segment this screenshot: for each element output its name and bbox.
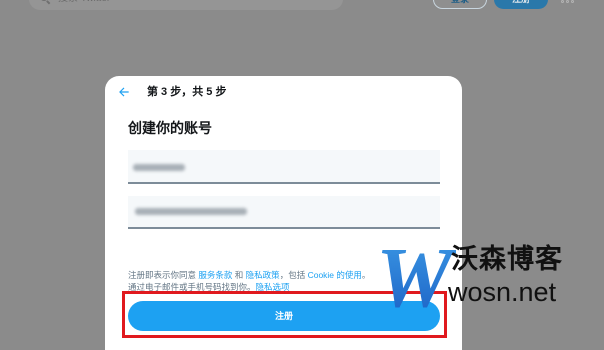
more-icon[interactable] (561, 0, 577, 4)
dialog-title: 创建你的账号 (128, 120, 212, 136)
step-indicator: 第 3 步，共 5 步 (147, 86, 227, 98)
signup-header-button[interactable]: 注册 (494, 0, 548, 9)
watermark-domain: wosn.net (448, 277, 557, 307)
login-button[interactable]: 登录 (433, 0, 487, 9)
watermark-logo: W (376, 236, 456, 316)
blurred-name-value (133, 164, 185, 171)
watermark-logo-letter: W (376, 236, 456, 316)
terms-link[interactable]: 服务条款 (198, 270, 232, 280)
cookie-use-link[interactable]: Cookie 的使用 (308, 270, 362, 280)
email-field[interactable] (128, 196, 440, 229)
name-field[interactable] (128, 150, 440, 184)
arrow-left-icon[interactable] (117, 85, 131, 99)
search-box[interactable]: 搜索 Twitter (29, 0, 343, 10)
legal-and: 和 (234, 270, 244, 280)
legal-prefix: 注册即表示你同意 (128, 270, 197, 280)
blurred-email-value (135, 208, 247, 215)
legal-including: ，包括 (279, 270, 306, 280)
page: 搜索 Twitter 登录 注册 第 3 步，共 5 步 创建你的账号 注册即表… (0, 0, 604, 350)
search-icon (40, 0, 48, 1)
privacy-policy-link[interactable]: 隐私政策 (246, 270, 280, 280)
legal-period: 。 (361, 270, 371, 280)
search-placeholder: 搜索 Twitter (58, 0, 110, 10)
watermark-brand-name: 沃森博客 (451, 244, 563, 274)
